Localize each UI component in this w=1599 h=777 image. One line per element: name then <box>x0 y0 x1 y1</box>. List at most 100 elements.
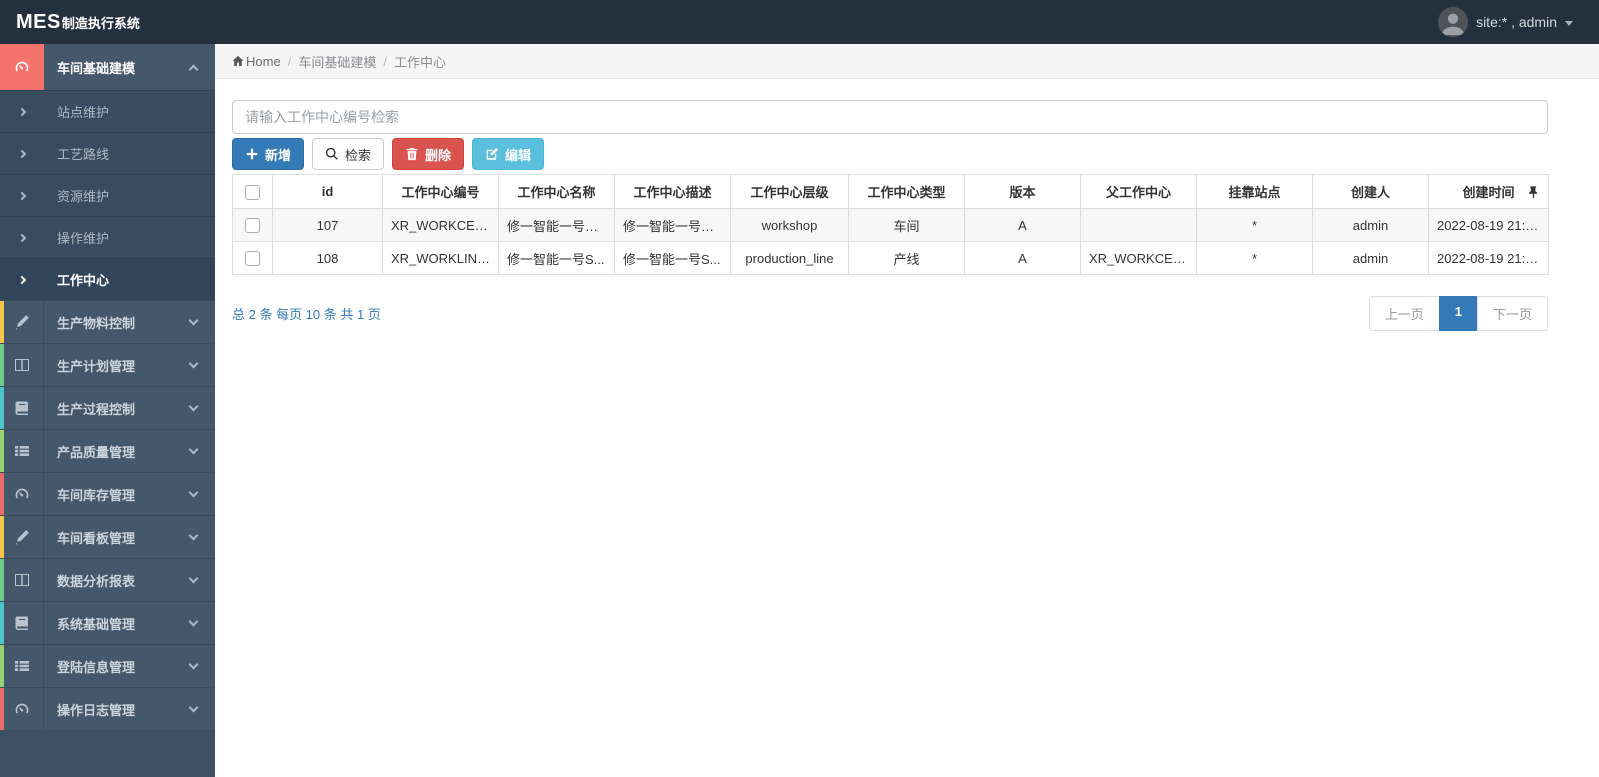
sidebar-item-label: 车间看板管理 <box>57 530 136 546</box>
column-header-父工作中心: 父工作中心 <box>1080 174 1197 209</box>
sidebar-icon-cell <box>0 387 44 429</box>
edit-button[interactable]: 编辑 <box>472 138 545 170</box>
search-input[interactable] <box>232 100 1548 134</box>
chevron-down-icon <box>188 616 199 627</box>
sidebar-subitem-label: 工作中心 <box>57 273 110 288</box>
column-header-工作中心描述: 工作中心描述 <box>614 174 731 209</box>
user-label: site:* , admin <box>1476 14 1557 30</box>
chevron-up-icon <box>188 64 199 74</box>
chevron-down-icon <box>188 573 199 584</box>
sidebar-item-label: 车间基础建模 <box>57 60 136 76</box>
category-color-stripe <box>0 688 4 730</box>
column-header-创建人: 创建人 <box>1312 174 1429 209</box>
table-row-108[interactable]: 108 XR_WORKLINE... 修一智能一号S... 修一智能一号S... pro… <box>232 241 1549 275</box>
sidebar-item-label: 车间库存管理 <box>57 487 136 503</box>
table-row-107[interactable]: 107 XR_WORKCEN... 修一智能一号车间 修一智能一号车间 workshop… <box>232 208 1549 242</box>
next-page-button[interactable]: 下一页 <box>1476 296 1548 331</box>
sidebar-item-label: 生产过程控制 <box>57 401 136 417</box>
sidebar-item-系统基础管理[interactable]: 系统基础管理 <box>0 601 215 644</box>
cell-版本: A <box>964 241 1081 275</box>
sidebar-item-生产计划管理[interactable]: 生产计划管理 <box>0 343 215 386</box>
cell-版本: A <box>964 208 1081 242</box>
delete-button-label: 删除 <box>425 147 452 163</box>
caret-down-icon <box>1565 20 1573 26</box>
sidebar-icon-cell <box>0 344 44 386</box>
chevron-right-icon <box>17 107 27 116</box>
row-select-cell <box>232 241 273 275</box>
record-summary: 总 2 条 每页 10 条 共 1 页 <box>232 307 381 322</box>
category-color-stripe <box>0 602 4 644</box>
category-color-stripe <box>0 301 4 343</box>
sidebar-item-车间基础建模[interactable]: 车间基础建模 <box>0 44 215 90</box>
sidebar-item-生产过程控制[interactable]: 生产过程控制 <box>0 386 215 429</box>
cell-创建时间: 2022-08-19 21:1... <box>1428 208 1549 242</box>
sidebar-item-生产物料控制[interactable]: 生产物料控制 <box>0 300 215 343</box>
book-icon <box>14 615 30 631</box>
row-checkbox[interactable] <box>245 218 260 234</box>
sidebar-subitem-站点维护[interactable]: 站点维护 <box>0 90 215 132</box>
main-area: Home / 车间基础建模 / 工作中心 新增 <box>215 44 1599 777</box>
row-checkbox[interactable] <box>245 251 260 267</box>
sidebar-item-label: 登陆信息管理 <box>57 659 136 675</box>
mes-app: MES 制造执行系统 site:* , admin 车间基础建模站点维护 工艺路线… <box>0 0 1599 777</box>
page-number-1[interactable]: 1 <box>1438 296 1478 331</box>
sidebar-item-label: 操作日志管理 <box>57 702 136 718</box>
home-icon <box>232 55 244 67</box>
chevron-down-icon <box>188 530 199 541</box>
subitem-chevron-cell <box>0 149 44 158</box>
table-header-row: id 工作中心编号 工作中心名称 工作中心描述 工作中心层级 工作中心类型 版本 父工作中心挂… <box>232 174 1549 209</box>
chevron-down-icon <box>188 487 199 498</box>
sidebar-item-label: 生产物料控制 <box>57 315 136 331</box>
sidebar-subitem-操作维护[interactable]: 操作维护 <box>0 216 215 258</box>
pagination-bar: 总 2 条 每页 10 条 共 1 页 上一页 1 下一页 <box>232 296 1548 331</box>
sidebar-item-label: 生产计划管理 <box>57 358 136 374</box>
gauge-icon <box>14 486 30 502</box>
sidebar-item-产品质量管理[interactable]: 产品质量管理 <box>0 429 215 472</box>
sidebar-item-车间看板管理[interactable]: 车间看板管理 <box>0 515 215 558</box>
cell-工作中心层级: production_line <box>730 241 849 275</box>
category-color-stripe <box>0 516 4 558</box>
cell-工作中心描述: 修一智能一号车间 <box>614 208 731 242</box>
column-header-工作中心编号: 工作中心编号 <box>382 174 499 209</box>
delete-button[interactable]: 删除 <box>392 138 465 170</box>
layout: 车间基础建模站点维护 工艺路线 资源维护 操作维护工作中心生产物料控制 生产计划管理 生产… <box>0 44 1599 777</box>
subitem-chevron-cell <box>0 275 44 284</box>
sidebar-item-车间库存管理[interactable]: 车间库存管理 <box>0 472 215 515</box>
select-all-checkbox[interactable] <box>245 184 260 200</box>
pushpin-icon[interactable] <box>1527 185 1540 198</box>
search-button-label: 检索 <box>345 147 372 163</box>
row-select-cell <box>232 208 273 242</box>
sidebar-submenu: 站点维护 工艺路线 资源维护 操作维护工作中心 <box>0 90 215 300</box>
chevron-down-icon <box>188 315 199 326</box>
chevron-down-icon <box>188 401 199 412</box>
breadcrumb-item-parent[interactable]: 车间基础建模 <box>298 52 376 71</box>
search-button[interactable]: 检索 <box>312 138 385 170</box>
prev-page-button[interactable]: 上一页 <box>1368 296 1440 331</box>
sidebar-subitem-资源维护[interactable]: 资源维护 <box>0 174 215 216</box>
edit-button-label: 编辑 <box>505 147 532 163</box>
sidebar-item-登陆信息管理[interactable]: 登陆信息管理 <box>0 644 215 687</box>
breadcrumb: Home / 车间基础建模 / 工作中心 <box>215 44 1599 79</box>
breadcrumb-home[interactable]: Home <box>232 54 281 69</box>
sidebar-item-数据分析报表[interactable]: 数据分析报表 <box>0 558 215 601</box>
pager: 上一页 1 下一页 <box>1368 296 1548 331</box>
columns-icon <box>14 357 30 373</box>
user-avatar <box>1438 7 1469 37</box>
chevron-right-icon <box>17 191 27 200</box>
sidebar-item-label: 系统基础管理 <box>57 616 136 632</box>
pencil-icon <box>14 529 30 545</box>
category-color-stripe <box>0 559 4 601</box>
sidebar-item-label: 产品质量管理 <box>57 444 136 460</box>
pencil-icon <box>14 314 30 330</box>
top-navbar: MES 制造执行系统 site:* , admin <box>0 0 1599 44</box>
sidebar-item-操作日志管理[interactable]: 操作日志管理 <box>0 687 215 730</box>
brand-text-suffix: 制造执行系统 <box>61 15 140 31</box>
add-button[interactable]: 新增 <box>232 138 305 170</box>
sidebar-subitem-工作中心[interactable]: 工作中心 <box>0 258 215 300</box>
sidebar-subitem-工艺路线[interactable]: 工艺路线 <box>0 132 215 174</box>
user-menu[interactable]: site:* , admin <box>1438 7 1599 37</box>
column-header-id: id <box>272 174 383 209</box>
gauge-icon <box>14 59 30 75</box>
cell-工作中心名称: 修一智能一号车间 <box>498 208 615 242</box>
column-header-版本: 版本 <box>964 174 1081 209</box>
